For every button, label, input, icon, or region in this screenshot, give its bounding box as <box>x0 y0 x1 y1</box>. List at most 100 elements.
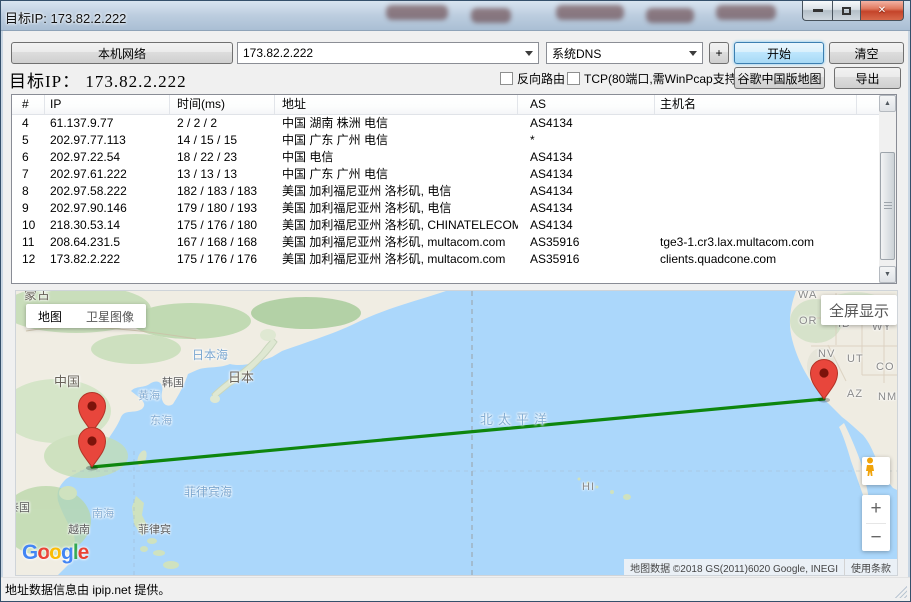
google-china-map-button[interactable]: 谷歌中国版地图 <box>734 67 825 89</box>
google-logo[interactable]: Google <box>22 541 88 565</box>
col-as: AS4134 <box>518 183 655 200</box>
table-row[interactable]: 11208.64.231.5167 / 168 / 168美国 加利福尼亚州 洛… <box>12 234 896 251</box>
col-addr: 中国 广东 广州 电信 <box>275 166 518 183</box>
map-label: AZ <box>847 388 863 400</box>
dns-combobox[interactable]: 系统DNS <box>546 42 703 64</box>
map-type-map[interactable]: 地图 <box>26 308 74 325</box>
map-type-control[interactable]: 地图 卫星图像 <box>26 304 146 328</box>
header-as[interactable]: AS <box>518 95 655 114</box>
col-num: 9 <box>12 200 45 217</box>
map-attribution: 地图数据 ©2018 GS(2011)6020 Google, INEGI 使用… <box>624 559 897 575</box>
table-row[interactable]: 5202.97.77.11314 / 15 / 15中国 广东 广州 电信* <box>12 132 896 149</box>
resize-grip[interactable] <box>895 586 907 598</box>
checkbox-icon[interactable] <box>500 72 513 85</box>
col-time: 18 / 22 / 23 <box>170 149 275 166</box>
col-addr: 中国 广东 广州 电信 <box>275 132 518 149</box>
col-as: AS4134 <box>518 200 655 217</box>
add-button[interactable]: + <box>709 42 729 64</box>
glass-reflection <box>716 5 776 20</box>
col-as: AS4134 <box>518 115 655 132</box>
map-label: 越南 <box>68 521 90 537</box>
close-icon: ✕ <box>878 5 886 16</box>
table-row[interactable]: 9202.97.90.146179 / 180 / 193美国 加利福尼亚州 洛… <box>12 200 896 217</box>
dropdown-arrow-icon[interactable] <box>684 43 702 63</box>
map-label: UT <box>847 353 864 365</box>
map-label: 日本海 <box>192 346 228 363</box>
target-ip-combobox[interactable]: 173.82.2.222 <box>237 42 539 64</box>
col-time: 2 / 2 / 2 <box>170 115 275 132</box>
local-network-button[interactable]: 本机网络 <box>11 42 233 64</box>
glass-reflection <box>471 8 511 23</box>
map-label: 泰国 <box>15 499 30 515</box>
window-title: 目标IP: 173.82.2.222 <box>5 8 126 27</box>
col-num: 7 <box>12 166 45 183</box>
title-bar[interactable]: 目标IP: 173.82.2.222 ✕ <box>1 1 910 31</box>
map-label: 南海 <box>92 505 114 521</box>
trace-table: # IP 时间(ms) 地址 AS 主机名 461.137.9.772 / 2 … <box>11 94 897 284</box>
app-window: 目标IP: 173.82.2.222 ✕ 本机网络 173.82.2.222 系… <box>0 0 911 602</box>
map-label: NM <box>878 391 897 403</box>
col-host <box>655 200 857 217</box>
checkbox-icon[interactable] <box>567 72 580 85</box>
glass-reflection <box>646 8 694 23</box>
maximize-button[interactable] <box>832 1 860 21</box>
table-row[interactable]: 8202.97.58.222182 / 183 / 183美国 加利福尼亚州 洛… <box>12 183 896 200</box>
col-as: AS35916 <box>518 251 655 268</box>
close-button[interactable]: ✕ <box>860 1 904 21</box>
scroll-up-icon[interactable]: ▲ <box>879 95 896 112</box>
col-addr: 美国 加利福尼亚州 洛杉矶, multacom.com <box>275 234 518 251</box>
tcp-checkbox[interactable]: TCP(80端口,需WinPcap支持) <box>567 70 741 86</box>
col-host <box>655 183 857 200</box>
header-host[interactable]: 主机名 <box>655 95 857 114</box>
map-label: WA <box>798 290 817 301</box>
table-row[interactable]: 6202.97.22.5418 / 22 / 23中国 电信AS4134 <box>12 149 896 166</box>
col-num: 5 <box>12 132 45 149</box>
pegman-button[interactable] <box>862 457 890 485</box>
col-host: clients.quadcone.com <box>655 251 857 268</box>
col-ip: 61.137.9.77 <box>45 115 170 132</box>
export-button[interactable]: 导出 <box>834 67 901 89</box>
scrollbar-thumb[interactable] <box>880 152 895 260</box>
maximize-icon <box>842 7 851 15</box>
header-num[interactable]: # <box>12 95 45 114</box>
table-row[interactable]: 461.137.9.772 / 2 / 2中国 湖南 株洲 电信AS4134 <box>12 115 896 132</box>
fullscreen-button[interactable]: 全屏显示 <box>821 295 897 325</box>
vertical-scrollbar[interactable]: ▲ ▼ <box>879 95 896 283</box>
glass-reflection <box>556 5 624 20</box>
clear-button[interactable]: 清空 <box>829 42 904 64</box>
col-ip: 218.30.53.14 <box>45 217 170 234</box>
start-button[interactable]: 开始 <box>734 42 824 64</box>
col-num: 8 <box>12 183 45 200</box>
col-host <box>655 217 857 234</box>
map-label: 菲律宾海 <box>184 483 232 500</box>
col-ip: 202.97.77.113 <box>45 132 170 149</box>
pegman-icon <box>862 457 878 477</box>
col-ip: 202.97.61.222 <box>45 166 170 183</box>
col-time: 14 / 15 / 15 <box>170 132 275 149</box>
zoom-in-button[interactable]: + <box>862 495 890 523</box>
table-header[interactable]: # IP 时间(ms) 地址 AS 主机名 <box>12 95 896 115</box>
header-ip[interactable]: IP <box>45 95 170 114</box>
header-time[interactable]: 时间(ms) <box>170 95 275 114</box>
terms-link[interactable]: 使用条款 <box>844 559 897 575</box>
dropdown-arrow-icon[interactable] <box>520 43 538 63</box>
status-text: 地址数据信息由 ipip.net 提供。 <box>5 581 170 598</box>
map-label: 蒙古 <box>24 290 50 303</box>
header-addr[interactable]: 地址 <box>275 95 518 114</box>
col-num: 6 <box>12 149 45 166</box>
route-map[interactable]: 蒙古中国韩国日本日本海黄海东海菲律宾海南海越南菲律宾泰国北太平洋HIWAORID… <box>15 290 898 576</box>
map-label: 菲律宾 <box>138 521 171 537</box>
map-label: 中国 <box>54 371 80 390</box>
map-label: CO <box>876 361 895 373</box>
minimize-button[interactable] <box>802 1 832 21</box>
table-row[interactable]: 10218.30.53.14175 / 176 / 180美国 加利福尼亚州 洛… <box>12 217 896 234</box>
reverse-route-checkbox[interactable]: 反向路由 <box>500 70 565 86</box>
target-ip-value: 173.82.2.222 <box>238 46 520 60</box>
col-addr: 美国 加利福尼亚州 洛杉矶, 电信 <box>275 200 518 217</box>
col-time: 182 / 183 / 183 <box>170 183 275 200</box>
zoom-out-button[interactable]: − <box>862 524 890 552</box>
table-row[interactable]: 12173.82.2.222175 / 176 / 176美国 加利福尼亚州 洛… <box>12 251 896 268</box>
scroll-down-icon[interactable]: ▼ <box>879 266 896 283</box>
table-row[interactable]: 7202.97.61.22213 / 13 / 13中国 广东 广州 电信AS4… <box>12 166 896 183</box>
map-type-satellite[interactable]: 卫星图像 <box>74 308 146 325</box>
